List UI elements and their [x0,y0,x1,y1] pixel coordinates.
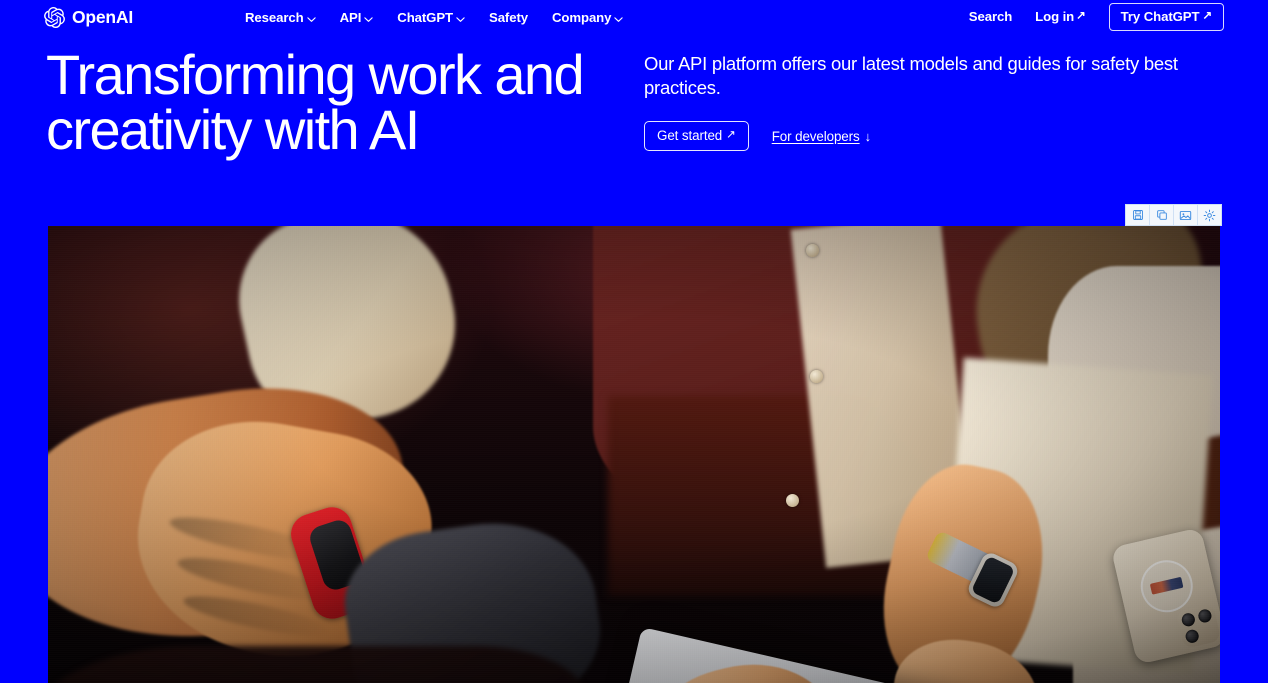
login-label: Log in [1035,9,1075,24]
nav-item-research-label: Research [245,10,304,25]
arrow-up-right-icon: ↗ [1202,9,1212,22]
arrow-up-right-icon: ↗ [1076,10,1086,23]
hero-image[interactable] [48,226,1220,683]
chevron-down-icon [306,15,316,24]
save-icon[interactable] [1126,205,1150,225]
get-started-button[interactable]: Get started ↗ [644,121,749,151]
brand-name-label: OpenAI [72,6,134,27]
hero-title-line-2: creativity with AI [46,98,420,161]
image-toolbar [1125,204,1222,226]
nav-item-company-label: Company [551,10,612,25]
hero-right-column: Our API platform offers our latest model… [644,52,1224,151]
chevron-down-icon [364,15,373,24]
top-navigation-bar: OpenAI Research API ChatGPT Safety Compa… [0,0,1268,34]
search-label: Search [968,9,1013,24]
nav-actions: Search Log in ↗ Try ChatGPT ↗ [969,3,1224,31]
get-started-label: Get started [657,128,723,143]
chevron-down-icon [614,15,624,24]
hero-actions: Get started ↗ For developers ↓ [644,121,1224,151]
nav-menu: Research API ChatGPT Safety Company [245,8,624,28]
nav-item-company[interactable]: Company [551,8,624,28]
for-developers-link[interactable]: For developers ↓ [772,129,871,144]
nav-item-chatgpt[interactable]: ChatGPT [397,8,465,28]
hero-image-canvas [48,226,1220,683]
page-root: OpenAI Research API ChatGPT Safety Compa… [0,0,1268,683]
nav-item-research[interactable]: Research [245,8,316,28]
try-chatgpt-label: Try ChatGPT [1120,9,1200,24]
nav-item-chatgpt-label: ChatGPT [397,10,453,25]
arrow-up-right-icon: ↗ [726,128,736,141]
login-link[interactable]: Log in ↗ [1035,7,1086,27]
nav-item-api[interactable]: API [340,8,374,28]
try-chatgpt-button[interactable]: Try ChatGPT ↗ [1108,3,1224,31]
copy-icon[interactable] [1150,205,1174,225]
openai-logo-icon [44,6,65,28]
search-button[interactable]: Search [969,7,1012,27]
brand-logo-link[interactable]: OpenAI [44,5,133,29]
hero-title-line-1: Transforming work and [46,43,585,106]
chevron-down-icon [456,15,465,24]
hero-title: Transforming work and creativity with AI [46,43,646,161]
for-developers-label: For developers [771,128,860,144]
nav-item-api-label: API [339,10,362,25]
image-icon[interactable] [1174,205,1198,225]
nav-item-safety-label: Safety [489,10,528,25]
nav-item-safety[interactable]: Safety [489,8,528,28]
hero-description: Our API platform offers our latest model… [644,53,1178,98]
arrow-down-icon: ↓ [864,128,872,144]
settings-gear-icon[interactable] [1198,205,1221,225]
